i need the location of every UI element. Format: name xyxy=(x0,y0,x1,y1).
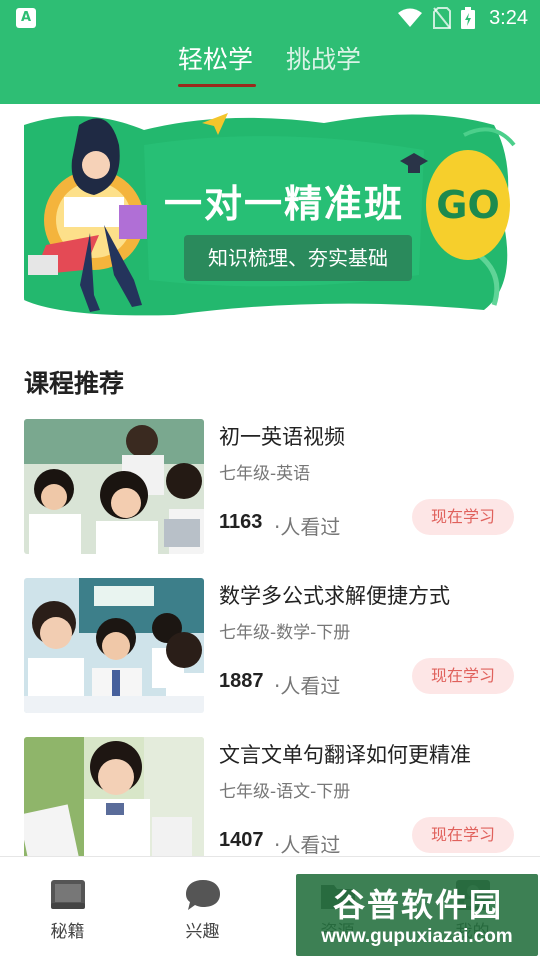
nav-label: 秘籍 xyxy=(50,922,85,942)
watermark-brand: 谷普软件园 xyxy=(332,886,503,924)
status-icons: 3:24 xyxy=(397,6,528,30)
course-title: 初一英语视频 xyxy=(219,425,345,449)
course-view-label: ·人看过 xyxy=(274,515,341,539)
active-tab-indicator xyxy=(178,84,256,87)
promo-banner[interactable]: 一对一精准班 知识梳理、夯实基础 GO xyxy=(24,105,516,318)
watermark-url: www.gupuxiazai.com xyxy=(321,926,513,947)
battery-icon xyxy=(461,7,476,29)
no-sim-icon xyxy=(433,7,452,29)
course-view-count: 1163 xyxy=(219,511,263,533)
course-card[interactable]: 初一英语视频 七年级-英语 1163 ·人看过 现在学习 xyxy=(24,419,516,554)
tab-challenge-learn[interactable]: 挑战学 xyxy=(286,40,361,76)
course-view-count: 1887 xyxy=(219,670,264,692)
section-title-course-recommend: 课程推荐 xyxy=(24,369,125,398)
course-view-count: 1407 xyxy=(219,829,264,851)
course-view-label: ·人看过 xyxy=(274,674,341,698)
course-thumbnail xyxy=(24,419,204,554)
course-grade-subject: 七年级-语文-下册 xyxy=(219,782,351,802)
course-card[interactable]: 数学多公式求解便捷方式 七年级-数学-下册 1887 ·人看过 现在学习 xyxy=(24,578,516,713)
site-watermark: 谷普软件园 www.gupuxiazai.com xyxy=(296,874,538,956)
course-grade-subject: 七年级-英语 xyxy=(219,464,311,484)
course-grade-subject: 七年级-数学-下册 xyxy=(219,623,351,643)
nav-item-secrets[interactable]: 秘籍 xyxy=(0,857,135,960)
chat-bubble-icon xyxy=(185,879,221,915)
app-notification-icon: A xyxy=(16,8,36,28)
paper-plane-icon xyxy=(202,113,228,135)
study-now-button[interactable]: 现在学习 xyxy=(412,499,514,535)
course-title: 文言文单句翻译如何更精准 xyxy=(219,743,471,767)
tab-easy-learn[interactable]: 轻松学 xyxy=(178,40,253,76)
course-view-label: ·人看过 xyxy=(274,833,341,857)
graduation-cap-icon xyxy=(400,153,428,173)
nav-item-interests[interactable]: 兴趣 xyxy=(135,857,270,960)
banner-subtitle: 知识梳理、夯实基础 xyxy=(184,235,412,281)
course-thumbnail xyxy=(24,578,204,713)
study-now-button[interactable]: 现在学习 xyxy=(412,658,514,694)
nav-label: 兴趣 xyxy=(185,922,220,942)
book-icon xyxy=(50,879,86,915)
course-title: 数学多公式求解便捷方式 xyxy=(219,584,450,608)
banner-go-button[interactable]: GO xyxy=(426,150,510,260)
wifi-icon xyxy=(398,8,423,27)
study-now-button[interactable]: 现在学习 xyxy=(412,817,514,853)
top-tab-bar: 轻松学 挑战学 xyxy=(0,36,540,104)
course-thumbnail xyxy=(24,737,204,872)
banner-title: 一对一精准班 xyxy=(164,182,405,226)
course-card[interactable]: 文言文单句翻译如何更精准 七年级-语文-下册 1407 ·人看过 现在学习 xyxy=(24,737,516,872)
student-illustration xyxy=(28,118,147,312)
status-time: 3:24 xyxy=(489,6,528,29)
status-bar: A 3:24 xyxy=(0,0,540,36)
